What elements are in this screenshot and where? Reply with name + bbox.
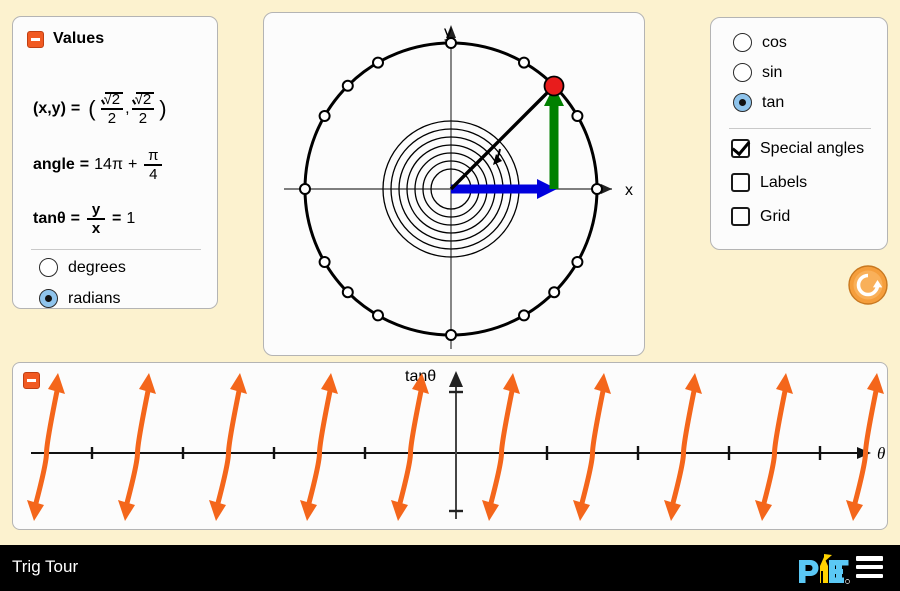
tan-numerator: y xyxy=(91,201,101,218)
angle-label: angle xyxy=(33,155,75,173)
radio-degrees-label: degrees xyxy=(68,258,126,276)
menu-bar-2 xyxy=(856,564,883,570)
graph-x-axis-label: θ xyxy=(877,444,885,463)
checkbox-labels[interactable]: Labels xyxy=(731,173,807,192)
radio-radians-indicator[interactable] xyxy=(39,289,58,308)
radio-degrees[interactable]: degrees xyxy=(39,258,126,277)
checkbox-special-angles[interactable]: Special angles xyxy=(731,139,864,158)
y-value-fraction: √2 2 xyxy=(131,92,155,127)
angle-denominator: 4 xyxy=(149,165,158,183)
reset-all-icon xyxy=(848,265,888,305)
radio-degrees-indicator[interactable] xyxy=(39,258,58,277)
tan-graph[interactable]: θ xyxy=(13,363,887,529)
values-panel-header: Values xyxy=(27,30,104,48)
checkbox-grid[interactable]: Grid xyxy=(731,207,790,226)
graph-y-arrowhead xyxy=(449,371,463,387)
reset-all-button[interactable] xyxy=(848,265,888,305)
values-panel-divider xyxy=(31,249,201,250)
menu-icon[interactable] xyxy=(856,556,883,578)
tan-equals-1: = xyxy=(70,209,80,227)
checkbox-labels-box[interactable] xyxy=(731,173,750,192)
radio-cos[interactable]: cos xyxy=(733,33,787,52)
tan-equals-2: = xyxy=(112,209,122,227)
open-paren: ( xyxy=(88,95,96,121)
checkbox-special-angles-label: Special angles xyxy=(760,139,865,157)
y-denominator: 2 xyxy=(138,109,148,127)
close-paren: ) xyxy=(159,95,167,121)
angle-plus: + xyxy=(127,155,138,173)
angle-numerator: π xyxy=(148,147,159,164)
radio-sin[interactable]: sin xyxy=(733,63,782,82)
tan-denominator: x xyxy=(91,219,101,237)
radio-tan[interactable]: tan xyxy=(733,93,784,112)
y-numerator: √2 xyxy=(132,92,155,108)
radio-tan-label: tan xyxy=(762,93,785,111)
angle-equals: = xyxy=(79,155,90,173)
unit-circle-panel: x y xyxy=(263,12,645,356)
controls-panel: cos sin tan Special angles Labels Grid xyxy=(710,17,888,250)
tan-fraction: y x xyxy=(87,202,105,236)
values-panel: Values (x,y) = ( √2 2 , √2 2 ) angle = 1… xyxy=(12,16,218,309)
radio-radians[interactable]: radians xyxy=(39,289,120,308)
checkbox-special-angles-box[interactable] xyxy=(731,139,750,158)
menu-bar-3 xyxy=(856,573,883,578)
radio-tan-indicator[interactable] xyxy=(733,93,752,112)
tan-graph-panel: θ xyxy=(12,362,888,530)
cos-arrow xyxy=(451,179,557,199)
xy-label: (x,y) xyxy=(33,99,66,117)
sim-title: Trig Tour xyxy=(12,557,79,576)
tan-label: tanθ xyxy=(33,209,66,227)
radio-cos-label: cos xyxy=(762,33,787,51)
values-panel-title: Values xyxy=(53,30,105,47)
minus-icon[interactable] xyxy=(23,372,40,389)
tan-value-row: tanθ = y x = 1 xyxy=(33,202,135,236)
navigation-bar: Trig Tour xyxy=(0,545,900,591)
menu-bar-1 xyxy=(856,556,883,561)
minus-icon[interactable] xyxy=(27,30,44,48)
unit-circle-graphic[interactable]: x y xyxy=(264,13,644,355)
radio-radians-label: radians xyxy=(68,289,121,307)
circle-x-axis-label: x xyxy=(625,182,633,199)
xy-comma: , xyxy=(125,99,130,117)
phet-logo[interactable] xyxy=(798,551,850,585)
radio-sin-label: sin xyxy=(762,63,783,81)
angle-whole-part: 14π xyxy=(94,155,123,173)
angle-radius-line xyxy=(449,84,556,191)
xy-equals: = xyxy=(70,99,81,117)
draggable-point[interactable] xyxy=(543,75,565,97)
x-value-fraction: √2 2 xyxy=(100,92,124,127)
sin-arrow xyxy=(544,86,564,189)
tan-result-value: 1 xyxy=(126,209,136,227)
angle-fraction: π 4 xyxy=(144,147,163,183)
controls-panel-divider xyxy=(729,128,871,129)
sim-stage: Values (x,y) = ( √2 2 , √2 2 ) angle = 1… xyxy=(0,0,900,591)
checkbox-grid-label: Grid xyxy=(760,207,791,225)
x-numerator: √2 xyxy=(101,92,124,108)
checkbox-grid-box[interactable] xyxy=(731,207,750,226)
angle-value-row: angle = 14π + π 4 xyxy=(33,148,164,182)
x-denominator: 2 xyxy=(107,109,117,127)
checkbox-labels-label: Labels xyxy=(760,173,808,191)
xy-value-row: (x,y) = ( √2 2 , √2 2 ) xyxy=(33,92,170,126)
radio-sin-indicator[interactable] xyxy=(733,63,752,82)
radio-cos-indicator[interactable] xyxy=(733,33,752,52)
